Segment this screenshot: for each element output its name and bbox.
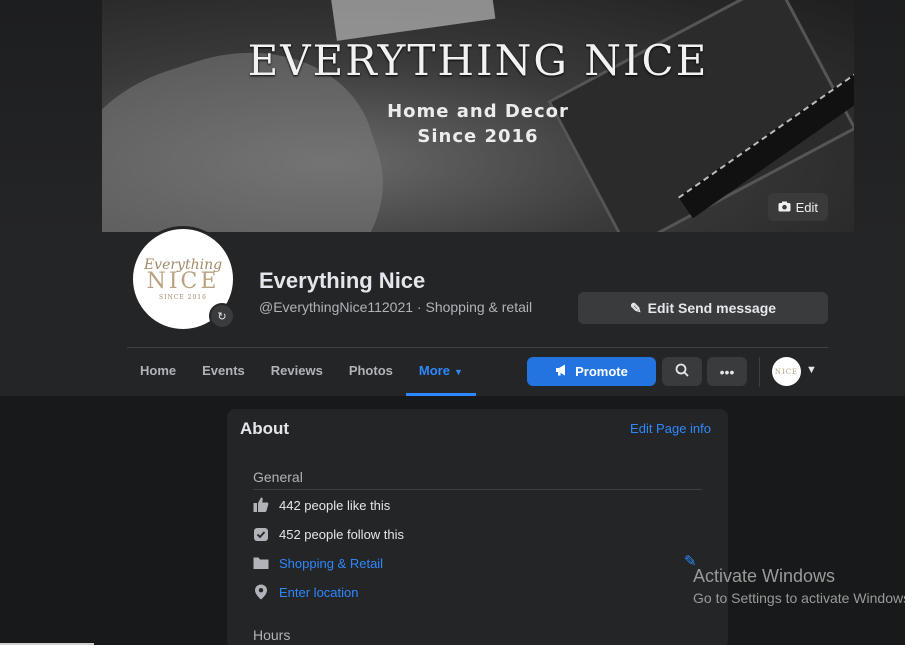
likes-count: 442 people like this	[279, 497, 391, 513]
search-button[interactable]	[662, 357, 702, 386]
page-tabs: Home Events Reviews Photos More ▼	[127, 356, 476, 396]
nav-separator	[759, 357, 760, 387]
follows-row: 452 people follow this	[253, 523, 404, 545]
tab-more[interactable]: More ▼	[405, 356, 476, 396]
edit-send-message-label: Edit Send message	[647, 300, 777, 316]
megaphone-icon	[555, 364, 569, 379]
avatar-logo-main: NICE	[146, 269, 220, 294]
promote-label: Promote	[575, 364, 628, 379]
ellipsis-icon: •••	[719, 363, 735, 380]
activate-windows-watermark: Activate Windows Go to Settings to activ…	[693, 566, 905, 606]
more-options-button[interactable]: •••	[707, 357, 747, 386]
edit-cover-button[interactable]: Edit	[767, 193, 828, 221]
hours-section-title: Hours	[253, 627, 291, 643]
edit-page-info-link[interactable]: Edit Page info	[630, 421, 711, 436]
activate-windows-title: Activate Windows	[693, 566, 836, 586]
edit-send-message-button[interactable]: ✎ Edit Send message	[578, 292, 828, 324]
about-title: About	[240, 419, 290, 438]
tab-home[interactable]: Home	[127, 356, 189, 396]
page-handle-category: @EverythingNice112021 · Shopping & retai…	[259, 299, 533, 315]
caret-down-icon: ▼	[453, 367, 463, 377]
cover-photo: EVERYTHING NICE Home and Decor Since 201…	[102, 0, 854, 232]
header-divider	[127, 347, 828, 348]
account-switcher-avatar[interactable]: NICE	[772, 357, 801, 386]
cover-title: EVERYTHING NICE	[247, 36, 709, 85]
enter-location-link[interactable]: Enter location	[279, 585, 359, 600]
pencil-icon: ✎	[629, 299, 642, 316]
about-card: About Edit Page info General 442 people …	[227, 409, 728, 645]
page-title: Everything Nice	[259, 268, 426, 293]
edit-cover-label: Edit	[795, 199, 818, 215]
avatar-logo-since: SINCE 2016	[159, 294, 207, 301]
cover-subtitle-since: Since 2016	[417, 126, 539, 147]
tab-more-label: More	[418, 363, 450, 378]
location-pin-icon	[253, 584, 269, 600]
follows-count: 452 people follow this	[279, 526, 405, 542]
promote-button[interactable]: Promote	[527, 357, 656, 386]
tab-photos[interactable]: Photos	[336, 356, 406, 396]
location-row[interactable]: Enter location	[253, 581, 359, 603]
tab-reviews[interactable]: Reviews	[258, 356, 336, 396]
activate-windows-subtitle: Go to Settings to activate Windows.	[693, 590, 905, 606]
category-row[interactable]: Shopping & Retail	[253, 552, 383, 574]
cover-decor-paper	[328, 0, 496, 41]
thumbs-up-icon	[253, 497, 269, 513]
general-section-title: General	[253, 469, 303, 485]
update-profile-picture-button[interactable]: ↻	[209, 303, 235, 329]
general-divider	[253, 489, 702, 490]
follow-check-icon	[253, 526, 269, 542]
account-switcher-caret-icon[interactable]: ▼	[806, 364, 817, 376]
category-link[interactable]: Shopping & Retail	[279, 556, 383, 571]
tab-events[interactable]: Events	[189, 356, 258, 396]
cover-subtitle: Home and Decor	[387, 101, 569, 122]
folder-icon	[253, 555, 269, 571]
likes-row: 442 people like this	[253, 494, 390, 516]
rotate-icon: ↻	[217, 310, 227, 323]
camera-icon	[778, 200, 791, 215]
search-icon	[675, 363, 689, 380]
